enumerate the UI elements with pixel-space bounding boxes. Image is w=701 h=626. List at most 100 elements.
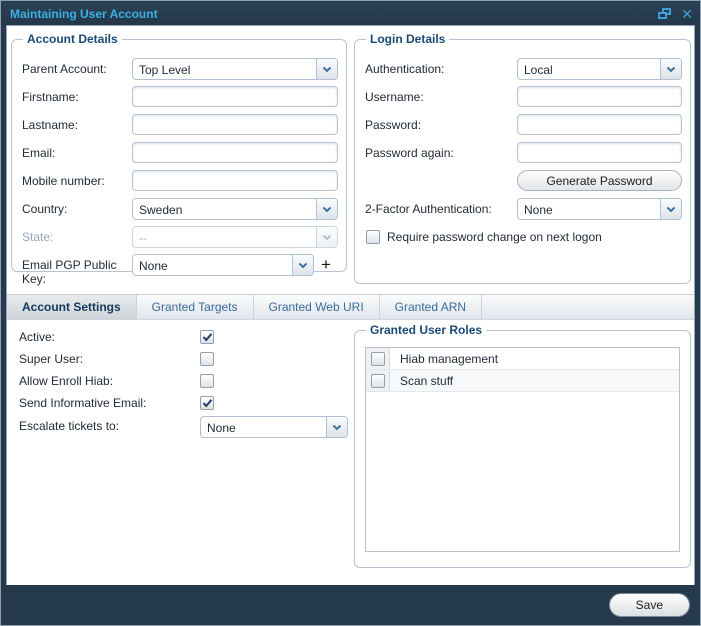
escalate-tickets-label: Escalate tickets to: <box>19 419 200 433</box>
dialog-window: Maintaining User Account ✕ Account Detai… <box>0 0 701 626</box>
pgp-key-row: Email PGP Public Key: None + <box>22 254 338 286</box>
tab-granted-arn-label: Granted ARN <box>395 300 466 314</box>
parent-account-select[interactable]: Top Level <box>132 58 338 80</box>
email-row: Email: <box>22 142 338 164</box>
escalate-tickets-row: Escalate tickets to: None <box>19 414 349 438</box>
dialog-content: Account Details Parent Account: Top Leve… <box>6 25 695 586</box>
account-details-legend: Account Details <box>23 32 122 46</box>
lastname-input[interactable] <box>132 114 338 135</box>
super-user-checkbox[interactable] <box>200 352 214 366</box>
account-details-fieldset: Account Details Parent Account: Top Leve… <box>11 32 347 272</box>
mobile-number-input[interactable] <box>132 170 338 191</box>
generate-password-spacer <box>365 170 517 174</box>
super-user-row: Super User: <box>19 348 349 370</box>
allow-enroll-hiab-checkbox[interactable] <box>200 374 214 388</box>
role-checkbox-cell <box>366 348 390 369</box>
state-row: State: -- <box>22 226 338 248</box>
password-again-input[interactable] <box>517 142 682 163</box>
login-details-legend: Login Details <box>366 32 449 46</box>
role-checkbox-cell <box>366 370 390 391</box>
require-password-change-row[interactable]: Require password change on next logon <box>366 230 682 244</box>
tab-account-settings[interactable]: Account Settings <box>7 295 137 319</box>
chevron-down-icon[interactable] <box>660 199 681 219</box>
chevron-down-icon[interactable] <box>292 255 313 275</box>
authentication-value: Local <box>518 59 660 79</box>
parent-account-value: Top Level <box>133 59 316 79</box>
two-factor-row: 2-Factor Authentication: None <box>365 198 682 220</box>
granted-user-roles-legend: Granted User Roles <box>366 323 486 337</box>
lastname-label: Lastname: <box>22 114 132 132</box>
role-row-hiab-management[interactable]: Hiab management <box>366 348 679 370</box>
send-informative-email-checkbox[interactable] <box>200 396 214 410</box>
password-row: Password: <box>365 114 682 136</box>
firstname-label: Firstname: <box>22 86 132 104</box>
password-label: Password: <box>365 114 517 132</box>
window-controls: ✕ <box>658 7 693 21</box>
parent-account-row: Parent Account: Top Level <box>22 58 338 80</box>
chevron-down-icon[interactable] <box>316 199 337 219</box>
country-row: Country: Sweden <box>22 198 338 220</box>
active-checkbox[interactable] <box>200 330 214 344</box>
generate-password-row: Generate Password <box>365 170 682 192</box>
pgp-key-select[interactable]: None <box>132 254 314 276</box>
pgp-key-value: None <box>133 255 292 275</box>
granted-user-roles-fieldset: Granted User Roles Hiab management <box>354 323 691 568</box>
chevron-down-icon <box>316 227 337 247</box>
username-label: Username: <box>365 86 517 104</box>
add-pgp-key-icon[interactable]: + <box>314 254 331 275</box>
country-select[interactable]: Sweden <box>132 198 338 220</box>
lastname-row: Lastname: <box>22 114 338 136</box>
restore-icon[interactable] <box>658 8 671 19</box>
tab-granted-targets-label: Granted Targets <box>152 300 238 314</box>
window-title: Maintaining User Account <box>10 7 658 21</box>
tab-granted-arn[interactable]: Granted ARN <box>380 295 482 319</box>
close-icon[interactable]: ✕ <box>681 7 693 21</box>
tab-granted-targets[interactable]: Granted Targets <box>137 295 254 319</box>
save-button[interactable]: Save <box>609 593 690 617</box>
allow-enroll-hiab-row: Allow Enroll Hiab: <box>19 370 349 392</box>
scan-stuff-label: Scan stuff <box>390 370 453 391</box>
restore-icon-front-square <box>658 12 667 19</box>
state-label: State: <box>22 226 132 244</box>
allow-enroll-hiab-label: Allow Enroll Hiab: <box>19 374 200 388</box>
require-password-change-checkbox[interactable] <box>366 230 380 244</box>
authentication-label: Authentication: <box>365 58 517 76</box>
username-input[interactable] <box>517 86 682 107</box>
scan-stuff-checkbox[interactable] <box>371 374 385 388</box>
login-details-fieldset: Login Details Authentication: Local User… <box>354 32 691 284</box>
chevron-down-icon[interactable] <box>326 417 347 437</box>
authentication-select[interactable]: Local <box>517 58 682 80</box>
active-row: Active: <box>19 326 349 348</box>
title-bar[interactable]: Maintaining User Account ✕ <box>2 2 699 25</box>
escalate-tickets-value: None <box>201 417 326 437</box>
firstname-row: Firstname: <box>22 86 338 108</box>
firstname-input[interactable] <box>132 86 338 107</box>
state-value: -- <box>133 227 316 247</box>
authentication-row: Authentication: Local <box>365 58 682 80</box>
chevron-down-icon[interactable] <box>660 59 681 79</box>
send-informative-email-row: Send Informative Email: <box>19 392 349 414</box>
tab-bar: Account Settings Granted Targets Granted… <box>7 294 694 320</box>
role-row-scan-stuff[interactable]: Scan stuff <box>366 370 679 392</box>
email-input[interactable] <box>132 142 338 163</box>
username-row: Username: <box>365 86 682 108</box>
two-factor-label: 2-Factor Authentication: <box>365 198 517 216</box>
active-label: Active: <box>19 330 200 344</box>
hiab-management-label: Hiab management <box>390 348 498 369</box>
require-password-change-label: Require password change on next logon <box>387 230 602 244</box>
escalate-tickets-select[interactable]: None <box>200 416 348 438</box>
generate-password-button[interactable]: Generate Password <box>517 170 682 191</box>
chevron-down-icon[interactable] <box>316 59 337 79</box>
password-input[interactable] <box>517 114 682 135</box>
pgp-key-label: Email PGP Public Key: <box>22 254 132 286</box>
two-factor-value: None <box>518 199 660 219</box>
country-label: Country: <box>22 198 132 216</box>
super-user-label: Super User: <box>19 352 200 366</box>
password-again-row: Password again: <box>365 142 682 164</box>
account-settings-pane: Active: Super User: Allow Enroll Hiab: S… <box>19 326 349 438</box>
tab-granted-web-uri[interactable]: Granted Web URI <box>254 295 380 319</box>
country-value: Sweden <box>133 199 316 219</box>
hiab-management-checkbox[interactable] <box>371 352 385 366</box>
password-again-label: Password again: <box>365 142 517 160</box>
two-factor-select[interactable]: None <box>517 198 682 220</box>
